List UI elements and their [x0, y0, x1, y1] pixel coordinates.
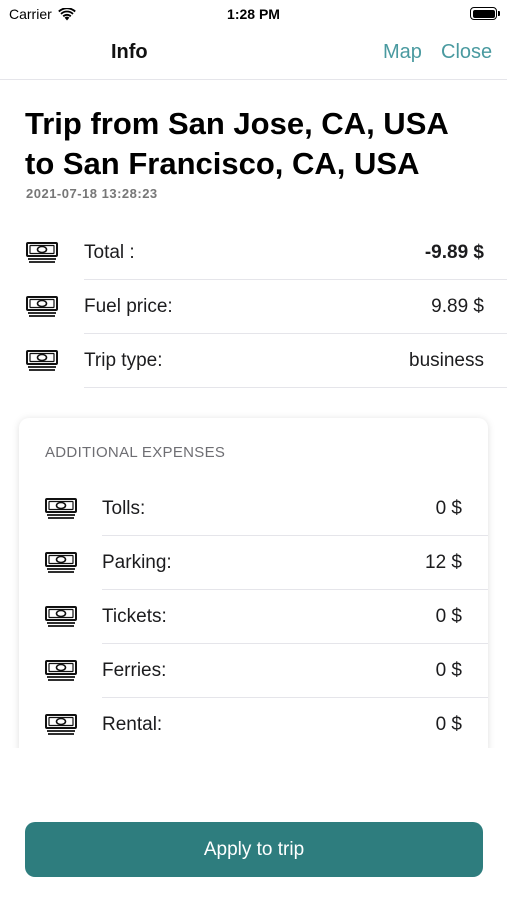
money-icon	[26, 350, 58, 371]
summary-value: -9.89 $	[424, 242, 484, 263]
expense-row-tolls[interactable]: Tolls: 0 $	[19, 482, 488, 536]
money-icon	[45, 606, 77, 627]
map-button[interactable]: Map	[383, 41, 422, 64]
trip-title-line1: Trip from San Jose, CA, USA	[25, 106, 449, 141]
summary-label: Total :	[84, 242, 135, 263]
trip-title-line2: to San Francisco, CA, USA	[25, 146, 420, 181]
apply-to-trip-button[interactable]: Apply to trip	[25, 822, 483, 877]
status-bar: Carrier 1:28 PM	[0, 0, 507, 28]
expense-row-rental[interactable]: Rental: 0 $	[19, 698, 488, 752]
close-button[interactable]: Close	[441, 41, 492, 64]
money-icon	[26, 296, 58, 317]
summary-row-fuel-price: Fuel price: 9.89 $	[0, 280, 507, 334]
summary-row-trip-type: Trip type: business	[0, 334, 507, 388]
trip-title: Trip from San Jose, CA, USA to San Franc…	[25, 104, 495, 184]
expense-row-parking[interactable]: Parking: 12 $	[19, 536, 488, 590]
summary-label: Fuel price:	[84, 296, 173, 317]
additional-expenses-header: ADDITIONAL EXPENSES	[45, 444, 226, 461]
money-icon	[45, 660, 77, 681]
summary-row-total: Total : -9.89 $	[0, 226, 507, 280]
expense-value: 12 $	[425, 552, 462, 573]
expense-value: 0 $	[435, 660, 462, 681]
summary-label: Trip type:	[84, 350, 163, 371]
trip-date: 2021-07-18 13:28:23	[26, 186, 158, 201]
expense-label: Tickets:	[102, 606, 167, 627]
row-divider	[84, 387, 507, 388]
additional-expenses-card: ADDITIONAL EXPENSES Tolls: 0 $ Parking: …	[19, 418, 488, 758]
expense-row-ferries[interactable]: Ferries: 0 $	[19, 644, 488, 698]
summary-value: business	[409, 350, 484, 371]
status-time: 1:28 PM	[227, 6, 280, 22]
expense-value: 0 $	[435, 606, 462, 627]
expense-value: 0 $	[435, 498, 462, 519]
money-icon	[45, 714, 77, 735]
money-icon	[26, 242, 58, 263]
nav-title: Info	[111, 41, 148, 63]
expense-value: 0 $	[435, 714, 462, 735]
bottom-panel	[0, 748, 507, 788]
expense-label: Ferries:	[102, 660, 167, 681]
navigation-bar: Info Map Close	[0, 28, 507, 80]
expense-label: Tolls:	[102, 498, 146, 519]
expense-label: Rental:	[102, 714, 163, 735]
expense-label: Parking:	[102, 552, 172, 573]
summary-value: 9.89 $	[431, 296, 484, 317]
money-icon	[45, 552, 77, 573]
expense-row-tickets[interactable]: Tickets: 0 $	[19, 590, 488, 644]
battery-icon	[470, 7, 500, 20]
money-icon	[45, 498, 77, 519]
